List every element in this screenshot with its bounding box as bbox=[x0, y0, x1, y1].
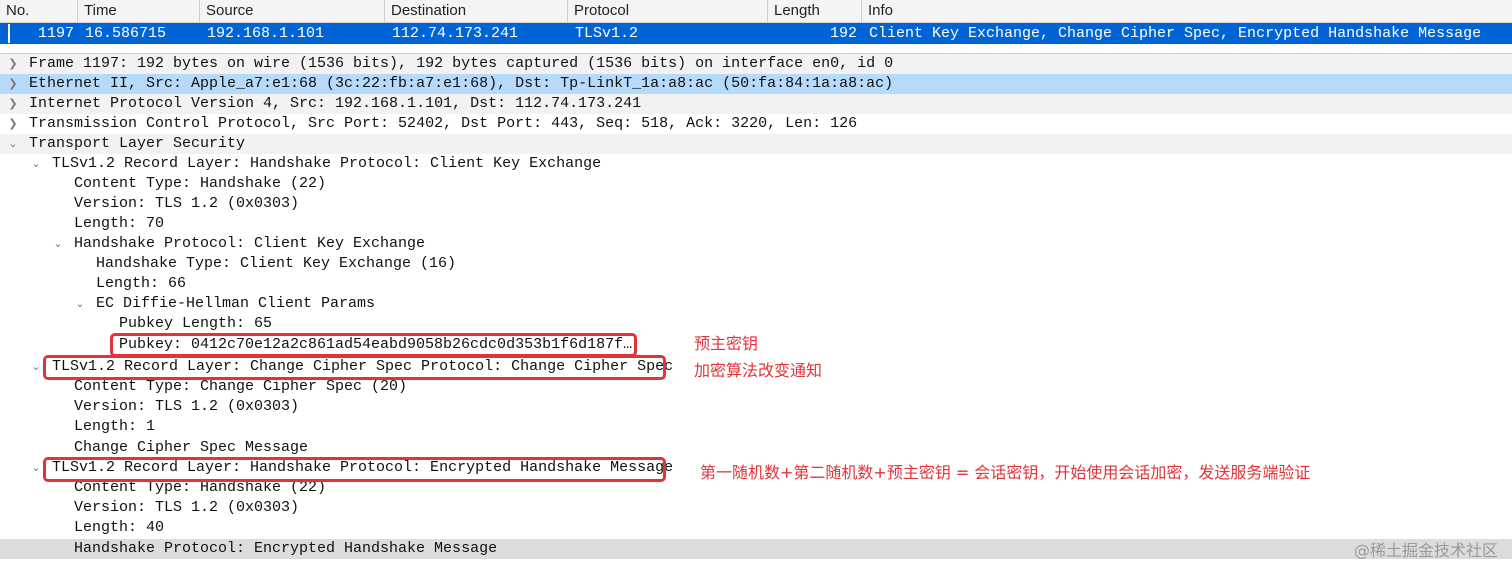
tree-row-encrypted-handshake-message[interactable]: Handshake Protocol: Encrypted Handshake … bbox=[0, 539, 1512, 559]
tree-row-label: Handshake Protocol: Encrypted Handshake … bbox=[74, 540, 498, 557]
tree-row-record-client-key-exchange[interactable]: ⌄ TLSv1.2 Record Layer: Handshake Protoc… bbox=[0, 154, 1512, 174]
tree-row-frame[interactable]: ❯ Frame 1197: 192 bytes on wire (1536 bi… bbox=[0, 54, 1512, 74]
packet-protocol: TLSv1.2 bbox=[575, 25, 639, 42]
annotation-pre-master-key: 预主密钥 bbox=[694, 334, 759, 353]
tree-row-tcp[interactable]: ❯ Transmission Control Protocol, Src Por… bbox=[0, 114, 1512, 134]
tree-row-ccs-message[interactable]: Change Cipher Spec Message bbox=[0, 438, 1512, 458]
row-selection-marker bbox=[8, 24, 10, 43]
tree-row-label: Version: TLS 1.2 (0x0303) bbox=[74, 195, 300, 212]
annotation-session-key: 第一随机数+第二随机数+预主密钥 = 会话密钥，开始使用会话加密，发送服务端验证 bbox=[700, 463, 1311, 482]
chevron-right-icon[interactable]: ❯ bbox=[7, 94, 19, 114]
tree-row-label: Handshake Protocol: Client Key Exchange bbox=[74, 235, 426, 252]
tree-row-ehm-version[interactable]: Version: TLS 1.2 (0x0303) bbox=[0, 498, 1512, 518]
column-header-length[interactable]: Length bbox=[768, 0, 862, 22]
chevron-right-icon[interactable]: ❯ bbox=[7, 74, 19, 94]
tree-row-label: EC Diffie-Hellman Client Params bbox=[96, 295, 376, 312]
packet-list-divider[interactable] bbox=[0, 45, 1512, 54]
chevron-down-icon[interactable]: ⌄ bbox=[52, 234, 64, 254]
chevron-down-icon[interactable]: ⌄ bbox=[30, 458, 42, 478]
tree-row-label: Length: 1 bbox=[74, 418, 156, 435]
tree-row-label: Change Cipher Spec Message bbox=[74, 439, 309, 456]
highlight-box-pubkey bbox=[110, 333, 637, 357]
tree-row-ipv4[interactable]: ❯ Internet Protocol Version 4, Src: 192.… bbox=[0, 94, 1512, 114]
tree-row-label: Content Type: Handshake (22) bbox=[74, 175, 327, 192]
packet-no: 1197 bbox=[37, 25, 74, 42]
packet-list: No. Time Source Destination Protocol Len… bbox=[0, 0, 1512, 54]
tree-row-content-type[interactable]: Content Type: Handshake (22) bbox=[0, 174, 1512, 194]
tree-row-tls[interactable]: ⌄ Transport Layer Security bbox=[0, 134, 1512, 154]
tree-row-ccs-length[interactable]: Length: 1 bbox=[0, 417, 1512, 437]
tree-row-label: Length: 66 bbox=[96, 275, 187, 292]
tree-row-ccs-version[interactable]: Version: TLS 1.2 (0x0303) bbox=[0, 397, 1512, 417]
highlight-box-change-cipher-spec bbox=[43, 355, 666, 380]
tree-row-length[interactable]: Length: 70 bbox=[0, 214, 1512, 234]
tree-row-label: Content Type: Change Cipher Spec (20) bbox=[74, 378, 408, 395]
annotation-cipher-change-notice: 加密算法改变通知 bbox=[694, 361, 823, 380]
packet-row-selected[interactable]: 1197 16.586715 192.168.1.101 112.74.173.… bbox=[0, 23, 1512, 44]
packet-list-header: No. Time Source Destination Protocol Len… bbox=[0, 0, 1512, 23]
column-header-time[interactable]: Time bbox=[78, 0, 200, 22]
tree-row-label: Length: 40 bbox=[74, 519, 165, 536]
tree-row-ehm-length[interactable]: Length: 40 bbox=[0, 518, 1512, 538]
tree-row-label: Version: TLS 1.2 (0x0303) bbox=[74, 499, 300, 516]
tree-row-label: Frame 1197: 192 bytes on wire (1536 bits… bbox=[29, 55, 894, 72]
column-header-destination[interactable]: Destination bbox=[385, 0, 568, 22]
tree-row-label: Ethernet II, Src: Apple_a7:e1:68 (3c:22:… bbox=[29, 75, 894, 92]
column-header-protocol[interactable]: Protocol bbox=[568, 0, 768, 22]
tree-row-ecdh-params[interactable]: ⌄ EC Diffie-Hellman Client Params bbox=[0, 294, 1512, 314]
chevron-down-icon[interactable]: ⌄ bbox=[30, 154, 42, 174]
tree-row-label: Pubkey Length: 65 bbox=[119, 315, 273, 332]
column-header-no[interactable]: No. bbox=[0, 0, 78, 22]
chevron-down-icon[interactable]: ⌄ bbox=[7, 134, 19, 154]
tree-row-label: Handshake Type: Client Key Exchange (16) bbox=[96, 255, 457, 272]
column-header-source[interactable]: Source bbox=[200, 0, 385, 22]
tree-row-handshake-type[interactable]: Handshake Type: Client Key Exchange (16) bbox=[0, 254, 1512, 274]
tree-row-ethernet[interactable]: ❯ Ethernet II, Src: Apple_a7:e1:68 (3c:2… bbox=[0, 74, 1512, 94]
chevron-right-icon[interactable]: ❯ bbox=[7, 54, 19, 74]
chevron-down-icon[interactable]: ⌄ bbox=[30, 357, 42, 377]
tree-row-label: TLSv1.2 Record Layer: Handshake Protocol… bbox=[52, 155, 602, 172]
packet-length: 192 bbox=[829, 25, 857, 42]
packet-time: 16.586715 bbox=[85, 25, 167, 42]
watermark: @稀土掘金技术社区 bbox=[1353, 541, 1498, 560]
tree-row-label: Version: TLS 1.2 (0x0303) bbox=[74, 398, 300, 415]
tree-row-label: Internet Protocol Version 4, Src: 192.16… bbox=[29, 95, 642, 112]
tree-row-label: Transmission Control Protocol, Src Port:… bbox=[29, 115, 858, 132]
tree-row-handshake-protocol[interactable]: ⌄ Handshake Protocol: Client Key Exchang… bbox=[0, 234, 1512, 254]
tree-row-label: Length: 70 bbox=[74, 215, 165, 232]
packet-info: Client Key Exchange, Change Cipher Spec,… bbox=[869, 25, 1482, 42]
column-header-info[interactable]: Info bbox=[862, 0, 1512, 22]
tree-row-label: Transport Layer Security bbox=[29, 135, 246, 152]
highlight-box-encrypted-handshake bbox=[43, 457, 666, 482]
chevron-down-icon[interactable]: ⌄ bbox=[74, 294, 86, 314]
packet-source: 192.168.1.101 bbox=[207, 25, 325, 42]
chevron-right-icon[interactable]: ❯ bbox=[7, 114, 19, 134]
packet-destination: 112.74.173.241 bbox=[392, 25, 519, 42]
tree-row-handshake-length[interactable]: Length: 66 bbox=[0, 274, 1512, 294]
tree-row-version[interactable]: Version: TLS 1.2 (0x0303) bbox=[0, 194, 1512, 214]
